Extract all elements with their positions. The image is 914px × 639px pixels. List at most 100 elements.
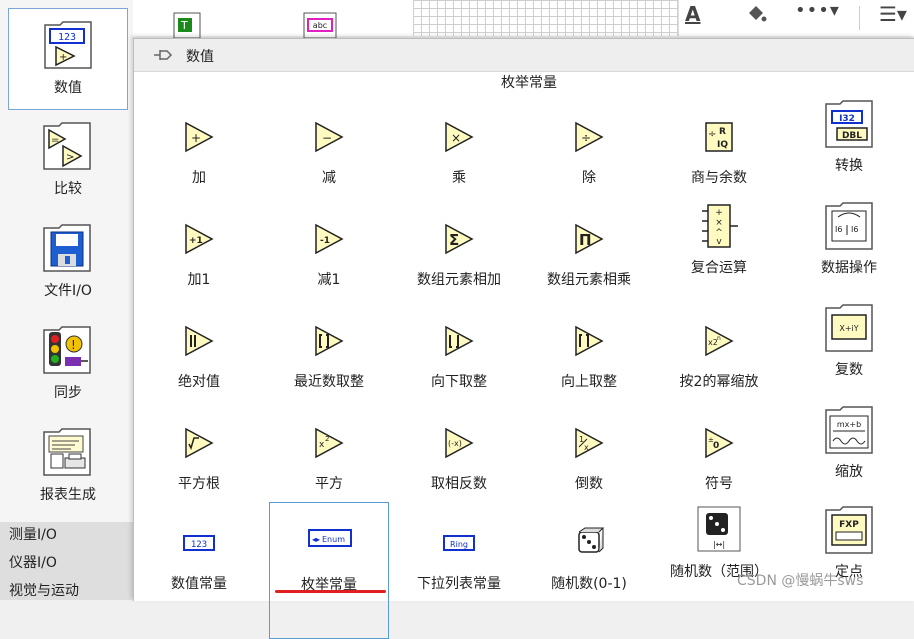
palette-item-random[interactable]: 随机数(0-1) [529, 515, 649, 615]
square-icon: x2 [315, 427, 344, 459]
palette-item-compound-arithmetic[interactable]: + × ^ v 复合运算 [659, 199, 779, 299]
list-icon[interactable]: ☰▾ [879, 2, 907, 26]
reciprocal-icon: 1x [575, 427, 604, 459]
palette-item-divide[interactable]: ÷ 除 [529, 109, 649, 209]
data-manipulation-icon: I6 I6 [825, 202, 873, 250]
svg-text:÷: ÷ [708, 129, 716, 140]
file-io-palette-icon [43, 224, 91, 272]
palette-item-negate[interactable]: (-x) 取相反数 [399, 415, 519, 515]
svg-text:I6: I6 [851, 225, 858, 234]
block-diagram-grid [413, 0, 678, 36]
item-label: 平方 [315, 476, 343, 492]
palette-item-round-nearest[interactable]: 最近数取整 [269, 313, 389, 413]
absolute-value-icon [185, 325, 214, 357]
svg-text:=: = [51, 135, 59, 146]
multiply-array-elements-icon: Π [575, 223, 604, 255]
palette-item-data-manipulation[interactable]: I6 I6 数据操作 [789, 199, 909, 299]
toolbar: A •••▾ ☰▾ [678, 0, 914, 36]
svg-text:Π: Π [579, 231, 592, 249]
pin-icon[interactable] [152, 47, 174, 63]
svg-text:FXP: FXP [839, 520, 859, 530]
item-label: 减1 [317, 272, 341, 288]
round-nearest-icon [315, 325, 344, 357]
popup-header: 数值 [134, 39, 914, 72]
random-number-range-icon: |↔| [697, 506, 741, 552]
svg-text:+1: +1 [189, 236, 203, 246]
svg-text:2: 2 [325, 435, 329, 443]
highlight-underline [275, 590, 386, 593]
palette-item-scaling[interactable]: mx+b 缩放 [789, 403, 909, 503]
item-label: 乘 [452, 170, 466, 186]
palette-item-report[interactable]: 报表生成 [8, 416, 128, 518]
palette-item-square[interactable]: x2 平方 [269, 415, 389, 515]
palette-item-sync[interactable]: ! 同步 [8, 314, 128, 416]
palette-item-conversion[interactable]: I32 DBL 转换 [789, 97, 909, 197]
svg-text:×: × [451, 131, 461, 145]
enum-constant-icon: ◂▸ Enum [308, 529, 352, 547]
synchronization-palette-icon: ! [43, 326, 91, 374]
svg-text:|↔|: |↔| [713, 540, 725, 549]
svg-text:n: n [717, 335, 721, 342]
fill-bucket-icon[interactable] [745, 3, 767, 25]
svg-text:!: ! [71, 338, 76, 352]
more-options-icon[interactable]: •••▾ [795, 0, 840, 21]
item-label: 取相反数 [431, 476, 487, 492]
palette-item-numeric[interactable]: 123 + 数值 [8, 8, 128, 110]
svg-text:I32: I32 [839, 114, 855, 124]
palette-item-file-io[interactable]: 文件I/O [8, 212, 128, 314]
palette-item-ring-constant[interactable]: Ring 下拉列表常量 [399, 515, 519, 615]
palette-item-round-down[interactable]: 向下取整 [399, 313, 519, 413]
palette-item-add-array[interactable]: Σ 数组元素相加 [399, 211, 519, 311]
palette-item-subtract[interactable]: − 减 [269, 109, 389, 209]
increment-icon: +1 [185, 223, 214, 255]
palette-item-sqrt[interactable]: 平方根 [139, 415, 259, 515]
quotient-remainder-icon: ÷ R IQ [705, 122, 733, 152]
svg-text:abc: abc [313, 21, 327, 30]
svg-text:Σ: Σ [449, 231, 459, 249]
palette-item-absolute[interactable]: 绝对值 [139, 313, 259, 413]
fixed-point-icon: FXP [825, 506, 873, 554]
add-array-elements-icon: Σ [445, 223, 474, 255]
palette-item-label: 文件I/O [44, 283, 92, 299]
palette-item-numeric-constant[interactable]: 123 数值常量 [139, 515, 259, 615]
string-palette-icon: abc [303, 12, 337, 38]
svg-text:DBL: DBL [842, 131, 862, 141]
item-label: 平方根 [178, 476, 220, 492]
report-generation-palette-icon [43, 428, 91, 476]
round-up-icon [575, 325, 604, 357]
palette-item-multiply[interactable]: × 乘 [399, 109, 519, 209]
numeric-palette-icon: 123 + [44, 21, 92, 69]
palette-item-enum-constant[interactable]: ◂▸ Enum 枚举常量 [269, 502, 389, 639]
add-icon: + [185, 121, 214, 153]
category-measurement-io[interactable]: 测量I/O [9, 524, 57, 544]
palette-item-decrement[interactable]: -1 减1 [269, 211, 389, 311]
svg-text:−: − [322, 131, 332, 145]
svg-text:(-x): (-x) [448, 439, 462, 448]
category-vision-motion[interactable]: 视觉与运动 [9, 580, 79, 600]
item-label: 随机数(0-1) [551, 576, 627, 592]
palette-item-complex[interactable]: X+iY 复数 [789, 301, 909, 401]
ring-constant-icon: Ring [443, 535, 475, 551]
palette-item-increment[interactable]: +1 加1 [139, 211, 259, 311]
palette-item-reciprocal[interactable]: 1x 倒数 [529, 415, 649, 515]
random-number-icon [578, 527, 605, 553]
palette-item-multiply-array[interactable]: Π 数组元素相乘 [529, 211, 649, 311]
palette-item-sign[interactable]: ±0 符号 [659, 415, 779, 515]
svg-text:+: + [715, 208, 723, 218]
palette-item-round-up[interactable]: 向上取整 [529, 313, 649, 413]
sign-icon: ±0 [705, 427, 734, 459]
complex-icon: X+iY [825, 304, 873, 352]
font-color-icon[interactable]: A [685, 2, 700, 26]
palette-item-add[interactable]: + 加 [139, 109, 259, 209]
round-down-icon [445, 325, 474, 357]
item-label: 向下取整 [431, 374, 487, 390]
svg-text:mx+b: mx+b [837, 420, 861, 429]
toolbar-separator [859, 6, 860, 30]
palette-item-quotient-remainder[interactable]: ÷ R IQ 商与余数 [659, 109, 779, 209]
palette-item-scale-power2[interactable]: x2 n 按2的幂缩放 [659, 313, 779, 413]
category-instrument-io[interactable]: 仪器I/O [9, 552, 57, 572]
item-label: 向上取整 [561, 374, 617, 390]
palette-item-comparison[interactable]: = > 比较 [8, 110, 128, 212]
svg-text:+: + [59, 52, 67, 63]
svg-text:÷: ÷ [581, 131, 591, 145]
